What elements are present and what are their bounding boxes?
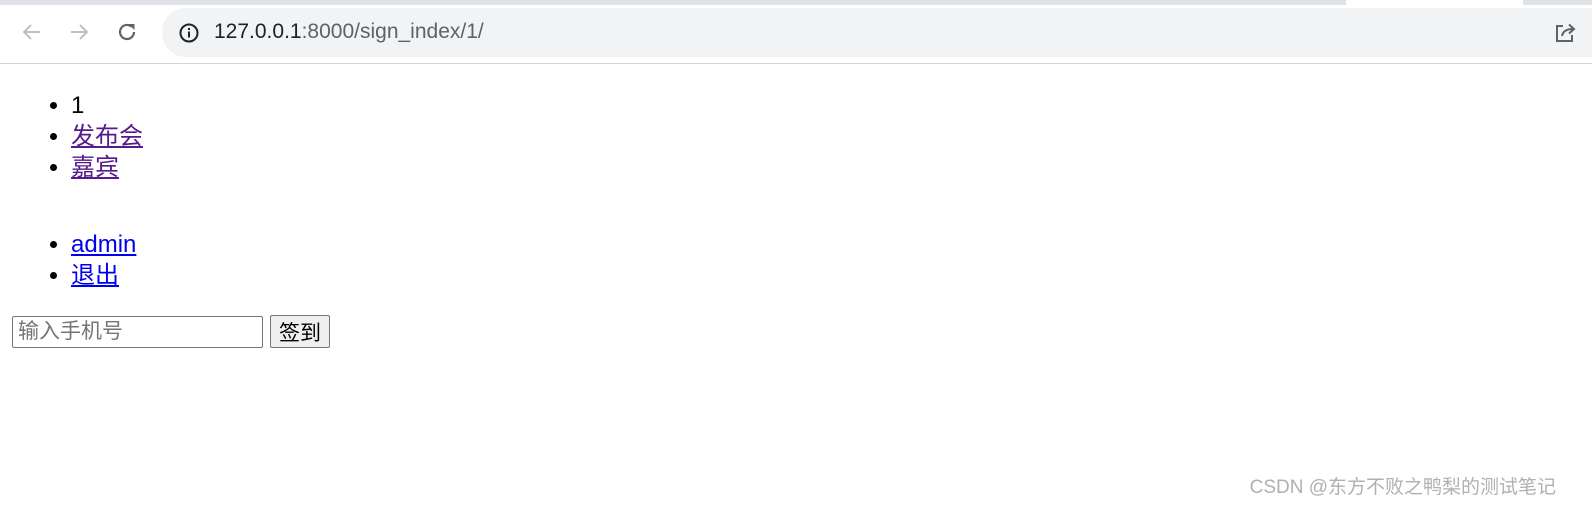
reload-button[interactable]: [111, 16, 143, 48]
list-item-guests: 嘉宾: [71, 152, 1592, 183]
reload-icon: [118, 23, 136, 41]
share-icon[interactable]: [1552, 20, 1578, 46]
browser-toolbar: 127.0.0.1:8000/sign_index/1/: [0, 0, 1592, 64]
list-item-user: admin: [71, 229, 1592, 260]
active-tab-edge: [1346, 0, 1523, 5]
forward-button[interactable]: [63, 16, 95, 48]
guests-link[interactable]: 嘉宾: [71, 154, 119, 181]
nav-list: 1 发布会 嘉宾: [0, 90, 1592, 183]
events-link[interactable]: 发布会: [71, 123, 143, 150]
address-url[interactable]: 127.0.0.1:8000/sign_index/1/: [214, 20, 484, 44]
user-menu: admin 退出: [0, 229, 1592, 291]
back-button[interactable]: [16, 16, 48, 48]
info-icon[interactable]: [178, 22, 200, 44]
list-item-current: 1: [71, 90, 1592, 121]
logout-link[interactable]: 退出: [71, 262, 119, 289]
url-path: :8000/sign_index/1/: [301, 20, 484, 43]
url-host: 127.0.0.1: [214, 20, 302, 43]
current-event-id: 1: [71, 92, 85, 119]
watermark: CSDN @东方不败之鸭梨的测试笔记: [1249, 477, 1556, 498]
back-arrow-icon: [22, 24, 40, 40]
list-item-events: 发布会: [71, 121, 1592, 152]
sign-in-button[interactable]: 签到: [270, 315, 330, 348]
tab-strip: [0, 0, 1592, 5]
forward-arrow-icon: [71, 24, 89, 40]
phone-input[interactable]: [12, 315, 263, 348]
list-item-logout: 退出: [71, 260, 1592, 291]
address-bar[interactable]: 127.0.0.1:8000/sign_index/1/: [162, 8, 1592, 57]
sign-form: 签到: [12, 315, 330, 348]
username-link[interactable]: admin: [71, 231, 136, 258]
page-content: 1 发布会 嘉宾 admin 退出 签到: [0, 64, 1592, 348]
